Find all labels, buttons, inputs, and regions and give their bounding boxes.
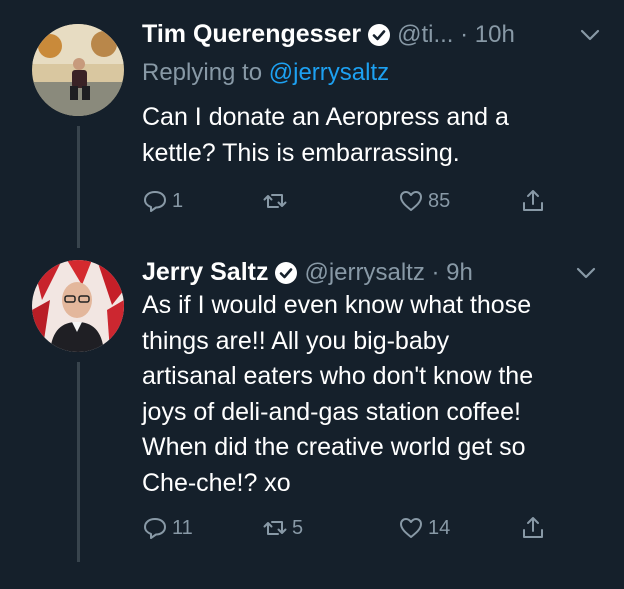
author-name[interactable]: Jerry Saltz [142,258,268,287]
avatar-jerry[interactable] [32,260,124,352]
replying-to-label: Replying to [142,59,269,86]
like-button[interactable]: 85 [398,188,450,214]
verified-badge-icon [275,261,298,284]
retweet-button[interactable]: 5 [262,515,303,541]
reply-icon [144,518,166,539]
reply-button[interactable]: 11 [142,515,193,541]
share-button[interactable] [520,515,546,541]
share-button[interactable] [520,188,546,214]
verified-badge-icon [368,23,391,46]
retweet-icon [263,194,287,208]
tweet-header: Jerry Saltz @jerrysaltz · 9h [142,258,473,287]
reply-mention-link[interactable]: @jerrysaltz [269,59,389,86]
thread-line-continue [77,362,80,562]
tweet-header: Tim Querengesser @ti... · 10h [142,20,515,49]
retweet-button[interactable] [262,188,292,214]
tweet-text: Can I donate an Aeropress and a kettle? … [142,103,509,167]
like-count: 14 [428,516,451,539]
reply-button[interactable]: 1 [142,188,183,214]
retweet-icon [263,521,287,535]
heart-icon [400,191,422,211]
heart-icon [400,518,422,538]
reply-count: 1 [172,189,184,212]
reply-count: 11 [172,516,193,539]
tweet-text: As if I would even know what those thing… [142,291,534,497]
like-count: 85 [428,189,451,212]
chevron-down-icon[interactable] [580,28,600,42]
retweet-count: 5 [292,516,304,539]
author-handle-time[interactable]: @jerrysaltz · 9h [304,259,472,287]
author-name[interactable]: Tim Querengesser [142,20,361,49]
chevron-down-icon[interactable] [576,266,596,280]
share-icon [523,517,543,538]
reply-icon [144,191,166,212]
tweet-jerry[interactable]: Jerry Saltz @jerrysaltz · 9h As if I wou… [0,250,624,589]
author-handle-time[interactable]: @ti... · 10h [397,21,515,49]
avatar-tim[interactable] [32,24,124,116]
like-button[interactable]: 14 [398,515,450,541]
tweet-tim[interactable]: Tim Querengesser @ti... · 10h Replying t… [0,0,624,250]
thread-line [77,126,80,248]
share-icon [523,190,543,211]
replying-to: Replying to @jerrysaltz [142,59,389,87]
